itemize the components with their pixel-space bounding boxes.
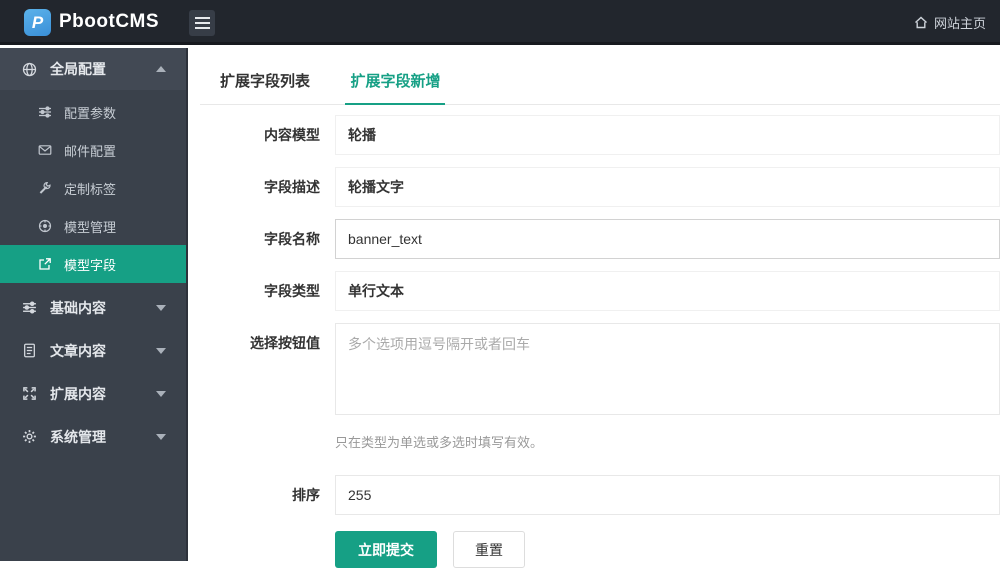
- sidebar-group-label: 全局配置: [50, 61, 106, 77]
- sidebar-group-extend-content[interactable]: 扩展内容: [0, 372, 186, 415]
- field-description-input[interactable]: [335, 167, 1000, 207]
- sidebar-item-email-config[interactable]: 邮件配置: [0, 131, 186, 169]
- option-values-label: 选择按钮值: [250, 335, 320, 351]
- field-name-input[interactable]: [335, 219, 1000, 259]
- form-row: 内容模型: [188, 115, 1000, 155]
- caret-down-icon: [156, 347, 166, 354]
- option-values-helper-text: 只在类型为单选或多选时填写有效。: [335, 435, 544, 450]
- field-description-label: 字段描述: [264, 179, 320, 195]
- app-title: PbootCMS: [59, 11, 160, 32]
- wrench-icon: [38, 181, 52, 195]
- hamburger-icon: [194, 17, 210, 19]
- sidebar-group-label: 系统管理: [50, 428, 106, 445]
- external-link-icon: [38, 257, 52, 271]
- sidebar-group-label: 扩展内容: [50, 385, 106, 402]
- sidebar-collapsed-groups: 基础内容 文章内容 扩展内容 系统管理: [0, 286, 186, 458]
- sidebar-toggle-button[interactable]: [189, 10, 215, 36]
- form-row: 字段描述: [188, 167, 1000, 207]
- sort-label: 排序: [292, 487, 320, 503]
- document-icon: [22, 343, 37, 358]
- caret-up-icon: [156, 66, 166, 72]
- form-row: 字段类型: [188, 271, 1000, 311]
- submit-button[interactable]: 立即提交: [335, 531, 437, 568]
- tab-extend-field-add[interactable]: 扩展字段新增: [345, 70, 446, 105]
- pbootcms-logo: P: [24, 9, 51, 36]
- sidebar: 全局配置 配置参数 邮件配置 定制标签 模型管理 模型字段 基础内容 文章内容 …: [0, 48, 188, 561]
- field-type-input[interactable]: [335, 271, 1000, 311]
- caret-down-icon: [156, 433, 166, 440]
- caret-down-icon: [156, 304, 166, 311]
- tab-bar: 扩展字段列表 扩展字段新增: [200, 70, 1000, 105]
- main-content: 扩展字段列表 扩展字段新增 内容模型 字段描述 字段名称 字段类型: [188, 48, 1000, 568]
- sidebar-group-label: 文章内容: [50, 342, 106, 359]
- topbar: P PbootCMS 网站主页: [0, 0, 1000, 45]
- option-values-textarea[interactable]: [335, 323, 1000, 415]
- content-model-input[interactable]: [335, 115, 1000, 155]
- field-name-label: 字段名称: [264, 231, 320, 247]
- form-row: 排序: [188, 475, 1000, 515]
- sliders-icon: [38, 105, 52, 119]
- sidebar-group-global-config[interactable]: 全局配置: [0, 48, 186, 90]
- caret-down-icon: [156, 390, 166, 397]
- sort-input[interactable]: [335, 475, 1000, 515]
- sidebar-item-model-fields[interactable]: 模型字段: [0, 245, 186, 283]
- sidebar-item-custom-tags[interactable]: 定制标签: [0, 169, 186, 207]
- field-type-label: 字段类型: [264, 283, 320, 299]
- home-icon: [915, 16, 927, 29]
- form-actions: 立即提交 重置: [335, 531, 1000, 568]
- sliders-icon: [22, 300, 37, 315]
- gear-icon: [22, 429, 37, 444]
- sidebar-submenu: 配置参数 邮件配置 定制标签 模型管理 模型字段: [0, 90, 186, 286]
- sidebar-group-article-content[interactable]: 文章内容: [0, 329, 186, 372]
- site-home-link[interactable]: 网站主页: [914, 0, 986, 45]
- reset-button[interactable]: 重置: [453, 531, 525, 568]
- form-row: 选择按钮值: [188, 323, 1000, 420]
- logo-letter: P: [31, 12, 44, 32]
- globe-icon: [22, 62, 37, 77]
- sidebar-item-config-params[interactable]: 配置参数: [0, 93, 186, 131]
- sidebar-group-system-manage[interactable]: 系统管理: [0, 415, 186, 458]
- form-row: 字段名称: [188, 219, 1000, 259]
- site-home-label: 网站主页: [933, 16, 986, 31]
- sidebar-item-label: 模型管理: [64, 219, 117, 235]
- tab-extend-field-list[interactable]: 扩展字段列表: [215, 70, 315, 103]
- envelope-icon: [38, 143, 52, 157]
- sidebar-item-label: 配置参数: [64, 105, 117, 121]
- sidebar-item-model-manage[interactable]: 模型管理: [0, 207, 186, 245]
- sidebar-group-basic-content[interactable]: 基础内容: [0, 286, 186, 329]
- sidebar-item-label: 邮件配置: [64, 143, 117, 159]
- sidebar-item-label: 定制标签: [64, 181, 117, 197]
- content-model-label: 内容模型: [264, 127, 320, 143]
- sidebar-group-label: 基础内容: [50, 299, 106, 316]
- model-wheel-icon: [38, 219, 52, 233]
- expand-icon: [22, 386, 37, 401]
- extend-field-form: 内容模型 字段描述 字段名称 字段类型 选择按钮值: [188, 115, 1000, 568]
- sidebar-item-label: 模型字段: [64, 257, 117, 273]
